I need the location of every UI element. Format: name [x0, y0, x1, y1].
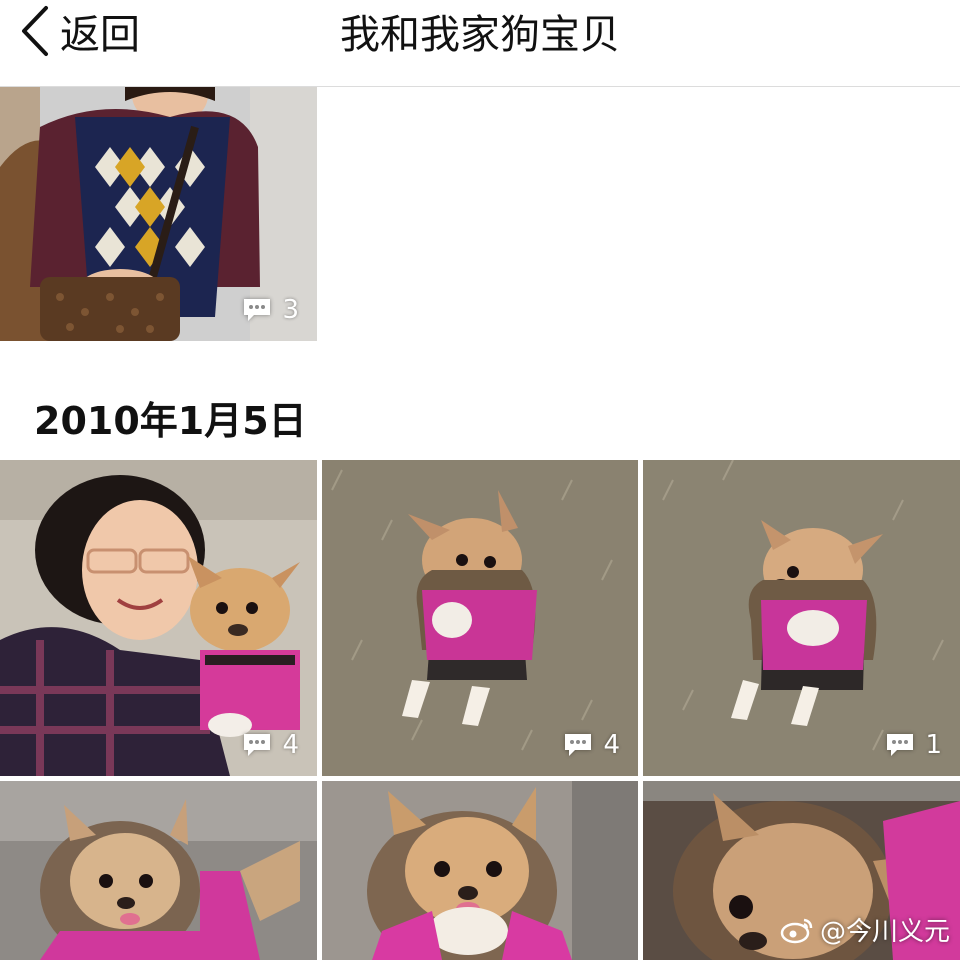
- photo-image: [322, 781, 638, 960]
- comment-count-value: 4: [603, 730, 620, 760]
- photo-woman-argyle[interactable]: 3: [0, 87, 317, 341]
- weibo-logo-icon: [780, 918, 813, 943]
- speech-bubble-icon: [565, 734, 592, 756]
- photo-image: [0, 781, 317, 960]
- comment-count: 4: [563, 730, 620, 760]
- photo-image: [643, 460, 960, 776]
- photo-dog-on-grass-2[interactable]: 1: [643, 460, 960, 776]
- photo-dog-on-grass-1[interactable]: 4: [322, 460, 638, 776]
- album-title: 我和我家狗宝贝: [340, 12, 620, 58]
- speech-bubble-icon: [244, 299, 271, 321]
- comment-count: 1: [885, 730, 942, 760]
- comment-count: 4: [242, 730, 299, 760]
- weibo-watermark: @今川义元: [780, 911, 950, 948]
- photo-woman-with-dog[interactable]: 4: [0, 460, 317, 776]
- comment-count-value: 1: [925, 730, 942, 760]
- photo-image: [0, 460, 317, 776]
- nav-bar: 返回 我和我家狗宝贝: [0, 0, 960, 87]
- date-section-header: 2010年1月5日: [34, 399, 307, 443]
- speech-bubble-icon: [244, 734, 271, 756]
- speech-bubble-icon: [887, 734, 914, 756]
- watermark-text: @今川义元: [819, 917, 950, 947]
- comment-count: 3: [242, 295, 299, 325]
- photo-image: [322, 460, 638, 776]
- comment-count-value: 3: [282, 295, 299, 325]
- photo-dog-closeup-2[interactable]: [322, 781, 638, 960]
- photo-dog-closeup-1[interactable]: [0, 781, 317, 960]
- comment-count-value: 4: [282, 730, 299, 760]
